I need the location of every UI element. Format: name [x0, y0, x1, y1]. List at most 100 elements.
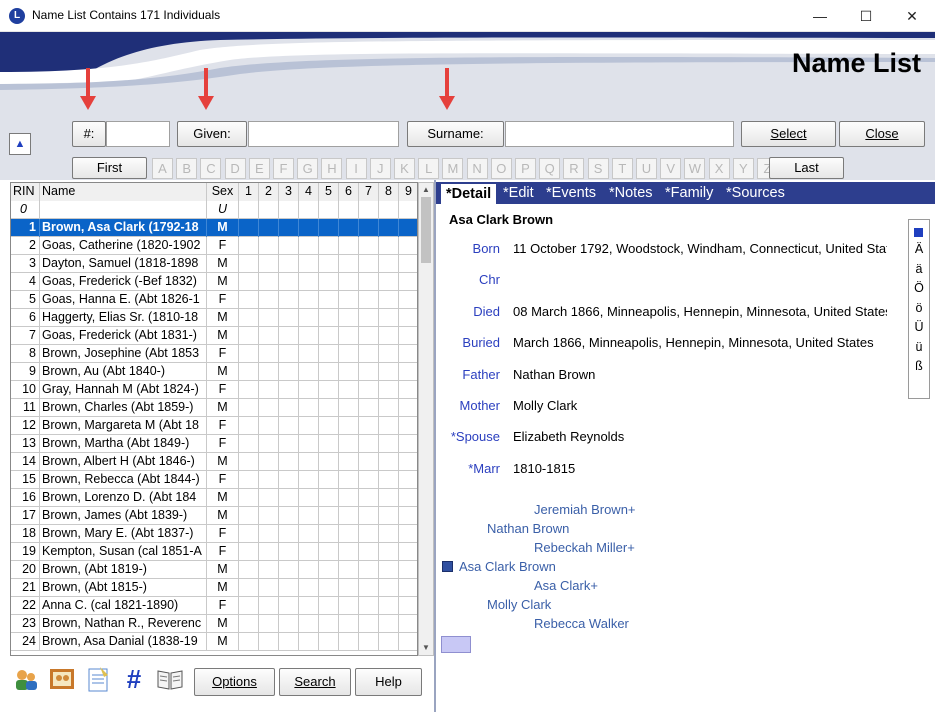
table-row[interactable]: 18 Brown, Mary E. (Abt 1837-) F	[11, 525, 417, 543]
letter-button-c[interactable]: C	[200, 158, 222, 179]
column-header[interactable]: 9	[399, 183, 417, 201]
table-row[interactable]: 1 Brown, Asa Clark (1792-18 M	[11, 219, 417, 237]
scrollbar-thumb[interactable]	[421, 197, 431, 263]
tab-sources[interactable]: *Sources	[726, 183, 785, 203]
table-row[interactable]: 0U	[11, 201, 417, 219]
table-row[interactable]: 20 Brown, (Abt 1819-) M	[11, 561, 417, 579]
letter-button-n[interactable]: N	[466, 158, 488, 179]
last-button[interactable]: Last	[769, 157, 844, 179]
letter-button-o[interactable]: O	[490, 158, 512, 179]
help-button[interactable]: Help	[355, 668, 422, 696]
table-row[interactable]: 2 Goas, Catherine (1820-1902 F	[11, 237, 417, 255]
tab-detail[interactable]: *Detail	[441, 184, 497, 204]
special-char-button[interactable]: Ä	[909, 242, 929, 256]
pedigree-maternal-grandmother[interactable]: Rebecca Walker	[534, 616, 629, 631]
surname-button[interactable]: Surname:	[407, 121, 504, 147]
column-header[interactable]: 3	[279, 183, 299, 201]
letter-button-s[interactable]: S	[587, 158, 609, 179]
special-char-button[interactable]: Ü	[909, 320, 929, 334]
letter-button-b[interactable]: B	[176, 158, 198, 179]
table-row[interactable]: 14 Brown, Albert H (Abt 1846-) M	[11, 453, 417, 471]
field-label-spouse[interactable]: *Spouse	[436, 429, 500, 444]
tab-family[interactable]: *Family	[665, 183, 713, 203]
people-icon[interactable]	[12, 665, 40, 693]
letter-button-e[interactable]: E	[248, 158, 270, 179]
table-row[interactable]: 19 Kempton, Susan (cal 1851-A F	[11, 543, 417, 561]
letter-button-a[interactable]: A	[152, 158, 173, 179]
letter-button-v[interactable]: V	[660, 158, 682, 179]
column-header[interactable]: Sex	[207, 183, 239, 201]
search-button[interactable]: Search	[279, 668, 351, 696]
field-label-buried[interactable]: Buried	[436, 335, 500, 350]
letter-button-i[interactable]: I	[345, 158, 367, 179]
column-header[interactable]: 6	[339, 183, 359, 201]
table-row[interactable]: 12 Brown, Margareta M (Abt 18 F	[11, 417, 417, 435]
column-header[interactable]: 5	[319, 183, 339, 201]
table-row[interactable]: 4 Goas, Frederick (-Bef 1832) M	[11, 273, 417, 291]
field-label-father[interactable]: Father	[436, 367, 500, 382]
field-label-chr[interactable]: Chr	[436, 272, 500, 287]
letter-button-l[interactable]: L	[418, 158, 440, 179]
surname-input[interactable]	[505, 121, 734, 147]
color-swatch[interactable]	[441, 636, 471, 653]
letter-button-j[interactable]: J	[369, 158, 391, 179]
column-header[interactable]: 8	[379, 183, 399, 201]
given-button[interactable]: Given:	[177, 121, 247, 147]
table-row[interactable]: 8 Brown, Josephine (Abt 1853 F	[11, 345, 417, 363]
special-char-button[interactable]: Ö	[909, 281, 929, 295]
close-button[interactable]: Close	[839, 121, 925, 147]
notes-icon[interactable]	[84, 665, 112, 693]
name-list-grid[interactable]: RIN Name Sex 1 2 3 4 5 6 7 8 9 0 U 1 Brown, Asa Clark (…	[10, 182, 418, 656]
letter-button-p[interactable]: P	[515, 158, 536, 179]
letter-button-k[interactable]: K	[394, 158, 415, 179]
table-row[interactable]: 10 Gray, Hannah M (Abt 1824-) F	[11, 381, 417, 399]
book-icon[interactable]	[156, 665, 184, 693]
special-char-button[interactable]: ü	[909, 340, 929, 354]
table-row[interactable]: 21 Brown, (Abt 1815-) M	[11, 579, 417, 597]
rin-number-input[interactable]	[106, 121, 170, 147]
column-header[interactable]: Name	[40, 183, 207, 201]
pedigree-maternal-grandfather[interactable]: Asa Clark+	[534, 578, 598, 593]
table-row[interactable]: 22 Anna C. (cal 1821-1890) F	[11, 597, 417, 615]
table-row[interactable]: 24 Brown, Asa Danial (1838-19 M	[11, 633, 417, 651]
photo-icon[interactable]	[48, 665, 76, 693]
letter-button-x[interactable]: X	[708, 158, 730, 179]
grid-scrollbar[interactable]: ▲ ▼	[418, 182, 434, 656]
letter-button-q[interactable]: Q	[539, 158, 561, 179]
letter-button-g[interactable]: G	[297, 158, 319, 179]
special-char-button[interactable]: ö	[909, 301, 929, 315]
field-label-died[interactable]: Died	[436, 304, 500, 319]
tab-events[interactable]: *Events	[546, 183, 596, 203]
table-row[interactable]: 7 Goas, Frederick (Abt 1831-) M	[11, 327, 417, 345]
close-window-button[interactable]: ✕	[889, 0, 935, 32]
column-header[interactable]: 7	[359, 183, 379, 201]
pedigree-father[interactable]: Nathan Brown	[487, 521, 569, 536]
column-header[interactable]: 4	[299, 183, 319, 201]
letter-button-h[interactable]: H	[321, 158, 343, 179]
table-row[interactable]: 17 Brown, James (Abt 1839-) M	[11, 507, 417, 525]
letter-button-m[interactable]: M	[442, 158, 464, 179]
letter-button-t[interactable]: T	[611, 158, 633, 179]
table-row[interactable]: 23 Brown, Nathan R., Reverenc M	[11, 615, 417, 633]
table-row[interactable]: 5 Goas, Hanna E. (Abt 1826-1 F	[11, 291, 417, 309]
pedigree-self[interactable]: Asa Clark Brown	[459, 559, 556, 574]
scroll-up-button[interactable]: ▲	[9, 133, 31, 155]
tab-edit[interactable]: *Edit	[503, 183, 534, 203]
hash-icon[interactable]: #	[120, 665, 148, 693]
given-name-input[interactable]	[248, 121, 399, 147]
table-row[interactable]: 15 Brown, Rebecca (Abt 1844-) F	[11, 471, 417, 489]
table-row[interactable]: 9 Brown, Au (Abt 1840-) M	[11, 363, 417, 381]
special-char-button[interactable]: ß	[909, 359, 929, 373]
column-header[interactable]: 2	[259, 183, 279, 201]
table-row[interactable]: 6 Haggerty, Elias Sr. (1810-18 M	[11, 309, 417, 327]
scroll-down-arrow-icon[interactable]: ▼	[419, 641, 433, 655]
scroll-up-arrow-icon[interactable]: ▲	[419, 183, 433, 197]
column-header[interactable]: 1	[239, 183, 259, 201]
field-label-mother[interactable]: Mother	[436, 398, 500, 413]
table-row[interactable]: 13 Brown, Martha (Abt 1849-) F	[11, 435, 417, 453]
letter-button-f[interactable]: F	[273, 158, 294, 179]
field-label-marr[interactable]: *Marr	[436, 461, 500, 476]
letter-button-r[interactable]: R	[563, 158, 585, 179]
table-row[interactable]: 11 Brown, Charles (Abt 1859-) M	[11, 399, 417, 417]
maximize-button[interactable]: ☐	[843, 0, 889, 32]
